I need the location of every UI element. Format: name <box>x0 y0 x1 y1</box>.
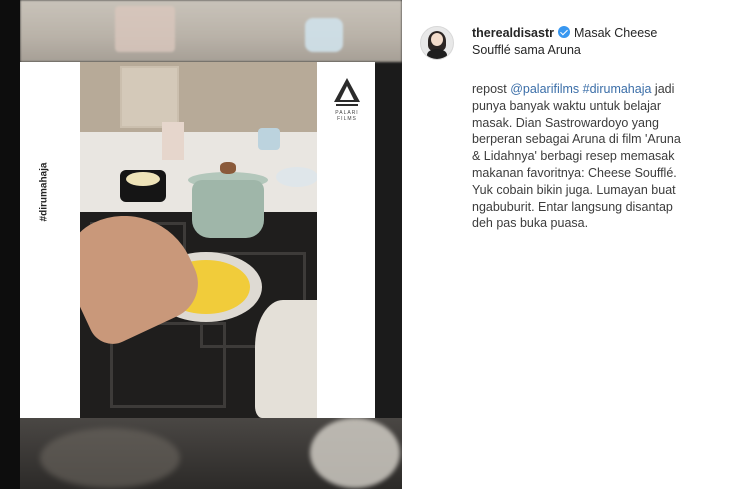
caption-line: & Lidahnya' berbagi resep memasak <box>472 149 675 164</box>
post-media[interactable]: #dirumahaja PALARI FILMS <box>20 0 402 489</box>
username-link[interactable]: therealdisastr <box>472 26 554 40</box>
post-caption-header: therealdisastr Masak Cheese Soufflé sama … <box>472 25 734 59</box>
mug <box>258 128 280 150</box>
avatar-face <box>431 33 443 46</box>
green-pot <box>192 180 264 238</box>
overlay-hashtag: #dirumahaja <box>34 132 54 252</box>
instagram-post-view: #dirumahaja PALARI FILMS therealdisastr … <box>0 0 745 489</box>
avatar-body <box>427 49 447 59</box>
blurred-background-bottom <box>20 418 402 489</box>
hashtag-link[interactable]: #dirumahaja <box>579 82 652 96</box>
cooking-video[interactable] <box>80 62 317 418</box>
left-gutter <box>0 0 20 489</box>
milk-box <box>162 122 184 160</box>
caption-line: punya banyak waktu untuk belajar <box>472 98 662 113</box>
plates <box>276 167 317 187</box>
caption-line: ngabuburit. Entar langsung disantap <box>472 199 673 214</box>
caption-line: makanan favoritnya: Cheese Soufflé. <box>472 165 677 180</box>
blurred-mug <box>305 18 343 52</box>
kitchen-wall <box>80 62 317 132</box>
caption-line: deh pas buka puasa. <box>472 216 589 231</box>
video-card: #dirumahaja PALARI FILMS <box>20 62 375 418</box>
palari-logo-icon <box>334 78 360 106</box>
caption-prefix: repost <box>472 82 511 96</box>
blurred-pan <box>40 428 180 488</box>
caption-line: berperan sebagai Aruna di film 'Aruna <box>472 132 681 147</box>
verified-badge-icon <box>557 26 570 38</box>
logo-text: PALARI FILMS <box>335 110 359 122</box>
post-title-line2: Soufflé sama Aruna <box>472 43 581 57</box>
avatar[interactable] <box>420 26 454 60</box>
kitchen-door <box>120 66 179 128</box>
blurred-box <box>115 6 175 52</box>
white-bowl <box>255 300 317 418</box>
post-title-line1: Masak Cheese <box>573 26 658 40</box>
blurred-background-top <box>20 0 402 62</box>
mention-link[interactable]: @palarifilms <box>510 82 579 96</box>
caption-line: masak. Dian Sastrowardoyo yang <box>472 115 659 130</box>
overlay-hashtag-text: #dirumahaja <box>38 162 50 222</box>
blurred-bowl <box>310 418 400 488</box>
caption-line: Yuk cobain bikin juga. Lumayan buat <box>472 182 676 197</box>
pot-knob <box>220 162 236 174</box>
post-caption-body: repost @palarifilms #dirumahaja jadi pun… <box>472 81 734 232</box>
caption-line: jadi <box>651 82 675 96</box>
pot-contents <box>126 172 160 186</box>
